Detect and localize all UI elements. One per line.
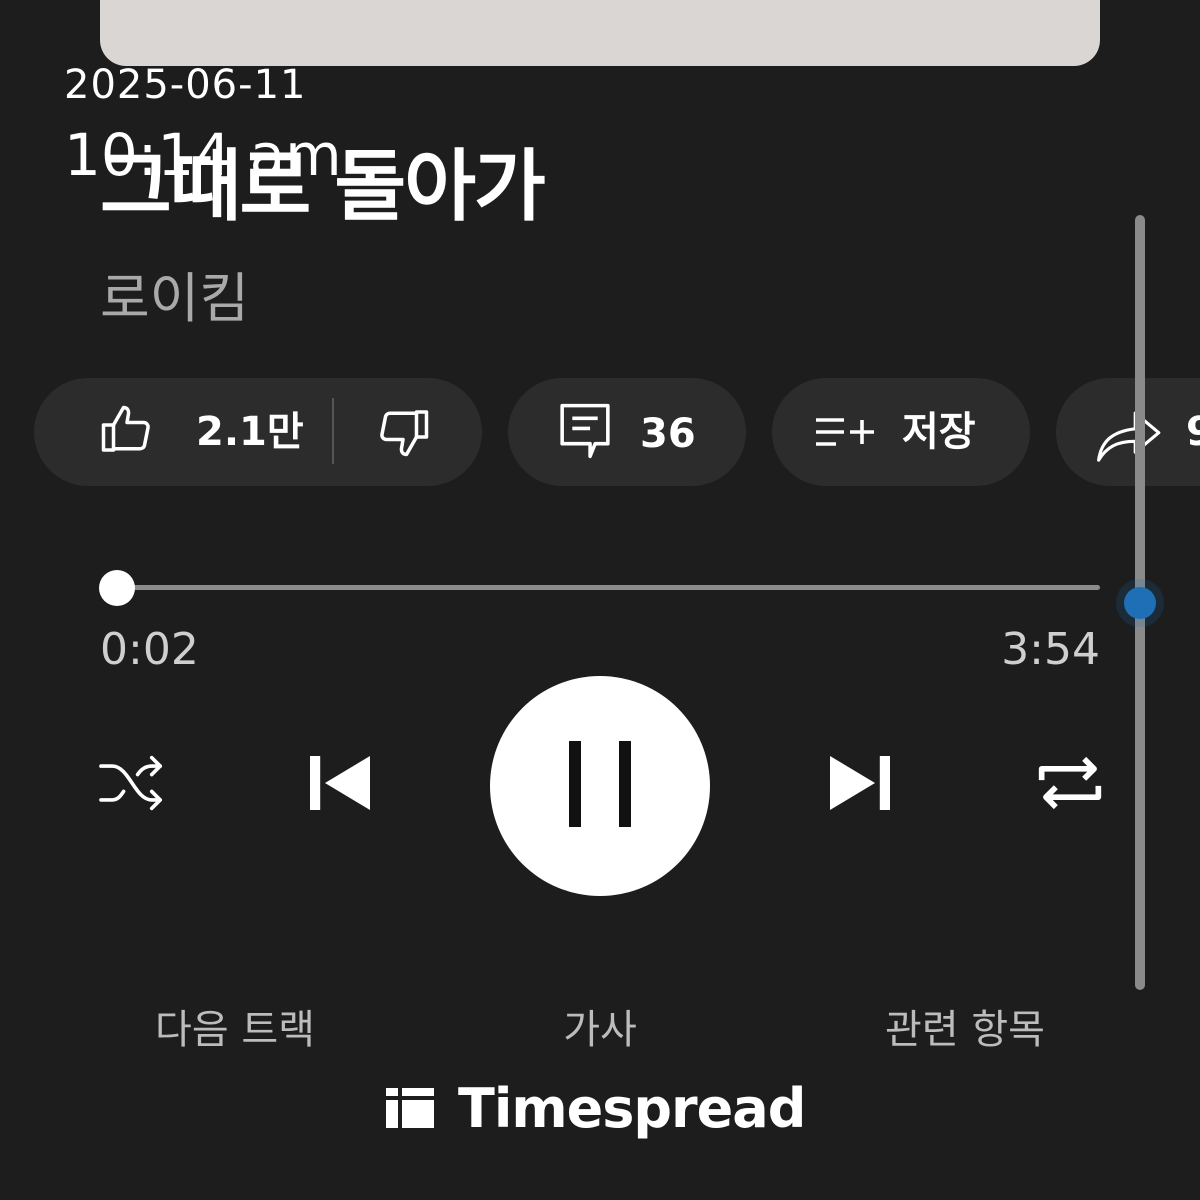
dislike-button[interactable] xyxy=(374,402,438,462)
repeat-button[interactable] xyxy=(1034,752,1106,818)
timespread-logo-icon xyxy=(386,1084,436,1134)
thumbs-up-icon xyxy=(96,400,156,464)
like-count: 2.1만 xyxy=(196,409,304,455)
artist-name[interactable]: 로이킴 xyxy=(100,272,249,326)
shuffle-icon xyxy=(98,752,166,818)
skip-next-icon xyxy=(824,753,896,817)
shuffle-button[interactable] xyxy=(96,752,168,818)
scrollbar-thumb[interactable] xyxy=(1124,587,1156,619)
share-label-partial: 9 xyxy=(1186,409,1200,455)
playlist-add-icon xyxy=(814,412,878,456)
thumbs-down-icon xyxy=(374,410,434,466)
skip-previous-icon xyxy=(304,753,376,817)
progress-knob[interactable] xyxy=(98,570,135,606)
timestamp-date: 2025-06-11 xyxy=(64,62,307,108)
comment-icon xyxy=(554,398,616,468)
previous-button[interactable] xyxy=(302,752,378,818)
pause-button[interactable] xyxy=(490,676,710,896)
tab-up-next[interactable]: 다음 트랙 xyxy=(150,1010,320,1050)
comment-button[interactable]: 36 xyxy=(508,378,746,486)
album-art xyxy=(100,0,1100,66)
save-label: 저장 xyxy=(902,409,976,455)
next-button[interactable] xyxy=(822,752,898,818)
tab-related[interactable]: 관련 항목 xyxy=(880,1010,1050,1050)
timestamp-time: 10:14 am xyxy=(64,121,342,189)
like-divider xyxy=(332,398,334,464)
tab-lyrics[interactable]: 가사 xyxy=(540,1010,660,1050)
like-dislike-pill: 2.1만 xyxy=(34,378,482,486)
timespread-logo: Timespread xyxy=(386,1077,806,1140)
save-button[interactable]: 저장 xyxy=(772,378,1030,486)
repeat-icon xyxy=(1036,751,1104,819)
pause-icon xyxy=(565,739,635,833)
total-time: 3:54 xyxy=(1001,624,1100,675)
timespread-logo-text: Timespread xyxy=(458,1077,806,1140)
progress-bar[interactable] xyxy=(108,585,1100,590)
share-icon xyxy=(1096,404,1164,468)
share-button[interactable]: 9 xyxy=(1056,378,1200,486)
comment-count: 36 xyxy=(640,411,696,457)
like-button[interactable]: 2.1만 xyxy=(96,378,304,486)
elapsed-time: 0:02 xyxy=(100,624,199,675)
